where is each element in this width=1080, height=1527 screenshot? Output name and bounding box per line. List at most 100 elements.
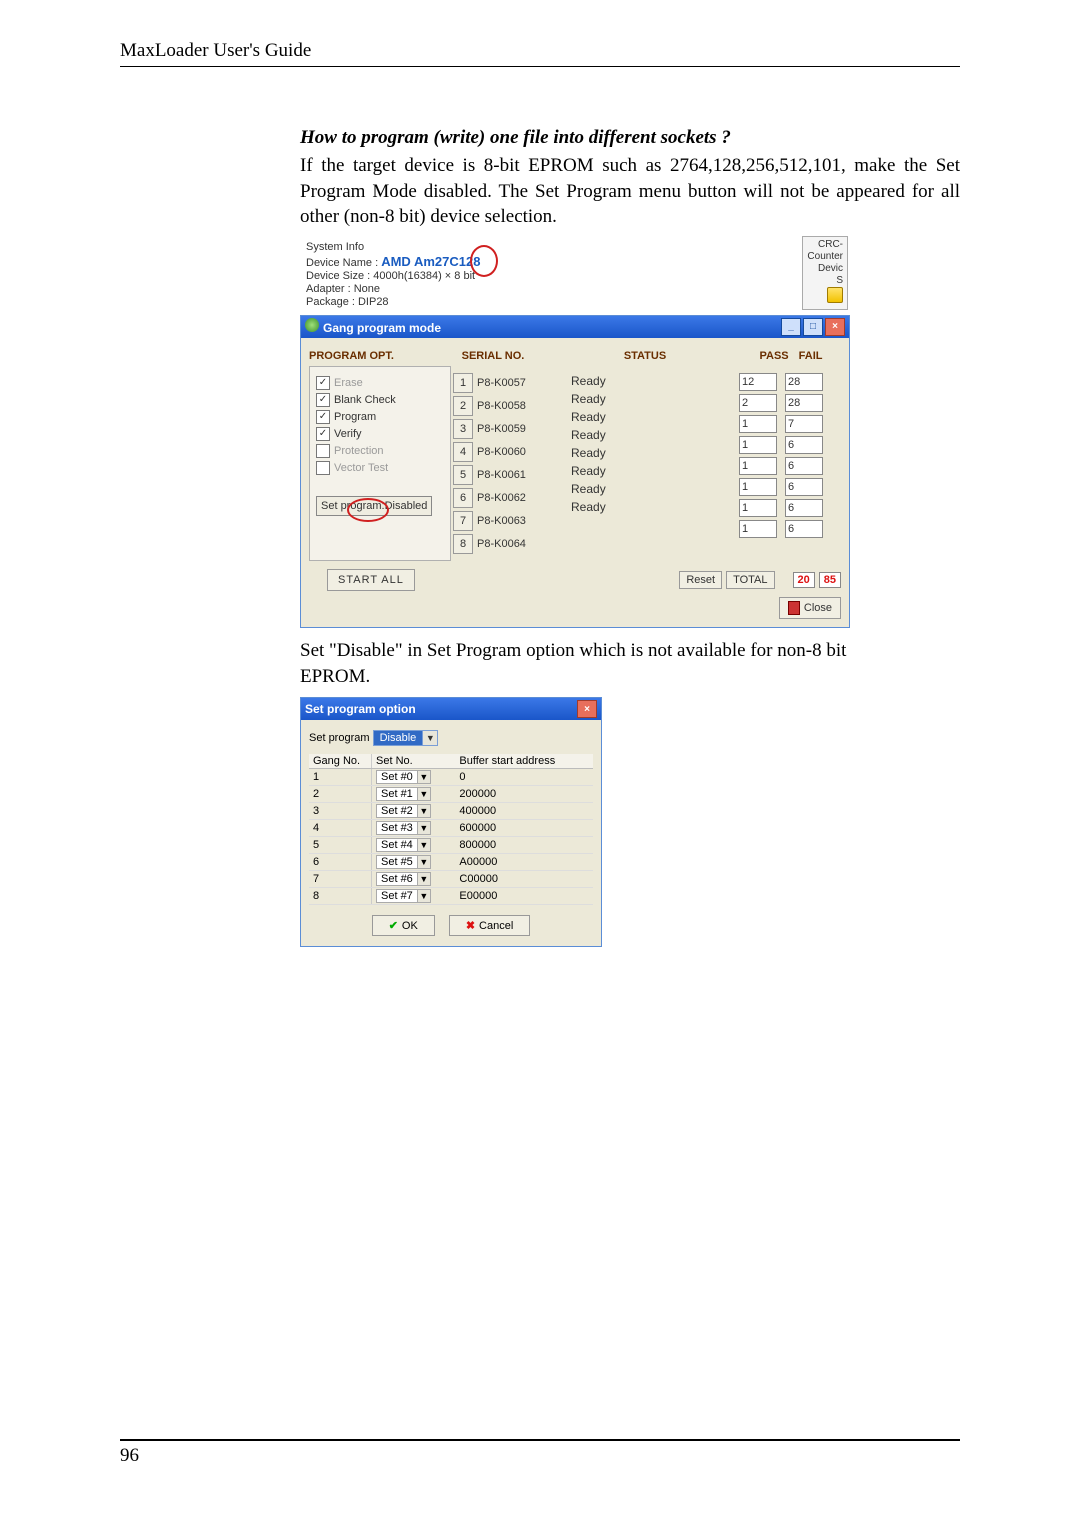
program-options-panel: Erase Blank Check Program Verify Protect… — [309, 366, 451, 561]
pass-3: 1 — [739, 415, 777, 433]
serial-3: P8-K0059 — [477, 423, 526, 435]
socket-8-button[interactable]: 8 — [453, 534, 473, 554]
addr-4: 600000 — [455, 820, 593, 837]
set-combo-1[interactable]: Set #0▼ — [376, 770, 431, 784]
socket-6-button[interactable]: 6 — [453, 488, 473, 508]
set-val-7: Set #6 — [377, 873, 417, 885]
cell-g5: 5 — [309, 837, 372, 854]
cell-g3: 3 — [309, 803, 372, 820]
close-window-button[interactable]: × — [825, 318, 845, 336]
protection-checkbox[interactable] — [316, 444, 330, 458]
page-number: 96 — [120, 1445, 139, 1466]
serial-1: P8-K0057 — [477, 377, 526, 389]
app-icon — [305, 318, 319, 332]
status-1: Ready — [571, 374, 733, 388]
status-8: Ready — [571, 500, 733, 514]
chevron-down-icon: ▼ — [417, 822, 430, 834]
start-all-button[interactable]: START ALL — [327, 569, 415, 591]
set-combo-6[interactable]: Set #5▼ — [376, 855, 431, 869]
chevron-down-icon: ▼ — [417, 771, 430, 783]
cell-g2: 2 — [309, 786, 372, 803]
total-fail: 85 — [819, 572, 841, 588]
set-table: Gang No. Set No. Buffer start address 1S… — [309, 754, 593, 905]
total-pass: 20 — [793, 572, 815, 588]
erase-checkbox[interactable] — [316, 376, 330, 390]
vector-checkbox[interactable] — [316, 461, 330, 475]
x-icon: ✖ — [466, 919, 475, 932]
cancel-label: Cancel — [479, 920, 513, 932]
socket-3-button[interactable]: 3 — [453, 419, 473, 439]
chevron-down-icon: ▼ — [422, 731, 437, 745]
status-6: Ready — [571, 464, 733, 478]
counter-column: 1228 228 17 16 16 16 16 16 — [737, 366, 841, 561]
socket-1-button[interactable]: 1 — [453, 373, 473, 393]
status-5: Ready — [571, 446, 733, 460]
fail-4: 6 — [785, 436, 823, 454]
ok-button[interactable]: ✔OK — [372, 915, 435, 936]
addr-7: C00000 — [455, 871, 593, 888]
total-label: TOTAL — [726, 571, 774, 589]
reset-button[interactable]: Reset — [679, 571, 722, 589]
addr-2: 200000 — [455, 786, 593, 803]
status-7: Ready — [571, 482, 733, 496]
pass-6: 1 — [739, 478, 777, 496]
program-checkbox[interactable] — [316, 410, 330, 424]
chevron-down-icon: ▼ — [417, 788, 430, 800]
fail-8: 6 — [785, 520, 823, 538]
blank-checkbox[interactable] — [316, 393, 330, 407]
paragraph-2b: EPROM. — [300, 664, 960, 690]
chevron-down-icon: ▼ — [417, 890, 430, 902]
minimize-button[interactable]: _ — [781, 318, 801, 336]
fail-7: 6 — [785, 499, 823, 517]
cancel-button[interactable]: ✖ Cancel — [449, 915, 530, 936]
set-program-dialog: Set program option × Set program Disable… — [300, 697, 602, 947]
set-combo-5[interactable]: Set #4▼ — [376, 838, 431, 852]
counter-l4: S — [807, 275, 843, 287]
set-val-6: Set #5 — [377, 856, 417, 868]
door-icon — [788, 601, 800, 615]
chevron-down-icon: ▼ — [417, 873, 430, 885]
set-combo-8[interactable]: Set #7▼ — [376, 889, 431, 903]
fail-2: 28 — [785, 394, 823, 412]
gang-titlebar: Gang program mode _ □ × — [301, 316, 849, 338]
set-combo-4[interactable]: Set #3▼ — [376, 821, 431, 835]
check-icon: ✔ — [389, 919, 398, 932]
chevron-down-icon: ▼ — [417, 856, 430, 868]
set-combo-7[interactable]: Set #6▼ — [376, 872, 431, 886]
socket-7-button[interactable]: 7 — [453, 511, 473, 531]
pass-8: 1 — [739, 520, 777, 538]
erase-label: Erase — [334, 377, 363, 389]
verify-checkbox[interactable] — [316, 427, 330, 441]
socket-4-button[interactable]: 4 — [453, 442, 473, 462]
col-header-opt: PROGRAM OPT. — [309, 350, 437, 362]
counter-l2: Counter — [807, 251, 843, 263]
set-program-button[interactable]: Set program:Disabled — [316, 496, 432, 516]
dialog-title: Set program option — [305, 702, 416, 716]
pass-1: 12 — [739, 373, 777, 391]
maximize-button[interactable]: □ — [803, 318, 823, 336]
status-2: Ready — [571, 392, 733, 406]
cell-g7: 7 — [309, 871, 372, 888]
set-val-8: Set #7 — [377, 890, 417, 902]
device-name-value: AMD Am27C128 — [381, 254, 480, 269]
addr-6: A00000 — [455, 854, 593, 871]
status-3: Ready — [571, 410, 733, 424]
pass-4: 1 — [739, 436, 777, 454]
doc-header: MaxLoader User's Guide — [120, 40, 311, 61]
cell-g8: 8 — [309, 888, 372, 905]
pass-7: 1 — [739, 499, 777, 517]
pass-5: 1 — [739, 457, 777, 475]
close-button[interactable]: Close — [779, 597, 841, 619]
counter-panel: CRC- Counter Devic S — [802, 236, 848, 310]
system-info-label: System Info — [306, 241, 844, 253]
col-header-fail: FAIL — [799, 350, 823, 362]
status-column: Ready Ready Ready Ready Ready Ready Read… — [567, 366, 737, 561]
device-size: Device Size : 4000h(16384) × 8 bit — [306, 270, 844, 282]
set-program-combo[interactable]: Disable ▼ — [373, 730, 439, 746]
set-combo-2[interactable]: Set #1▼ — [376, 787, 431, 801]
dialog-close-button[interactable]: × — [577, 700, 597, 718]
socket-5-button[interactable]: 5 — [453, 465, 473, 485]
set-combo-3[interactable]: Set #2▼ — [376, 804, 431, 818]
paragraph-2a: Set "Disable" in Set Program option whic… — [300, 638, 960, 664]
socket-2-button[interactable]: 2 — [453, 396, 473, 416]
